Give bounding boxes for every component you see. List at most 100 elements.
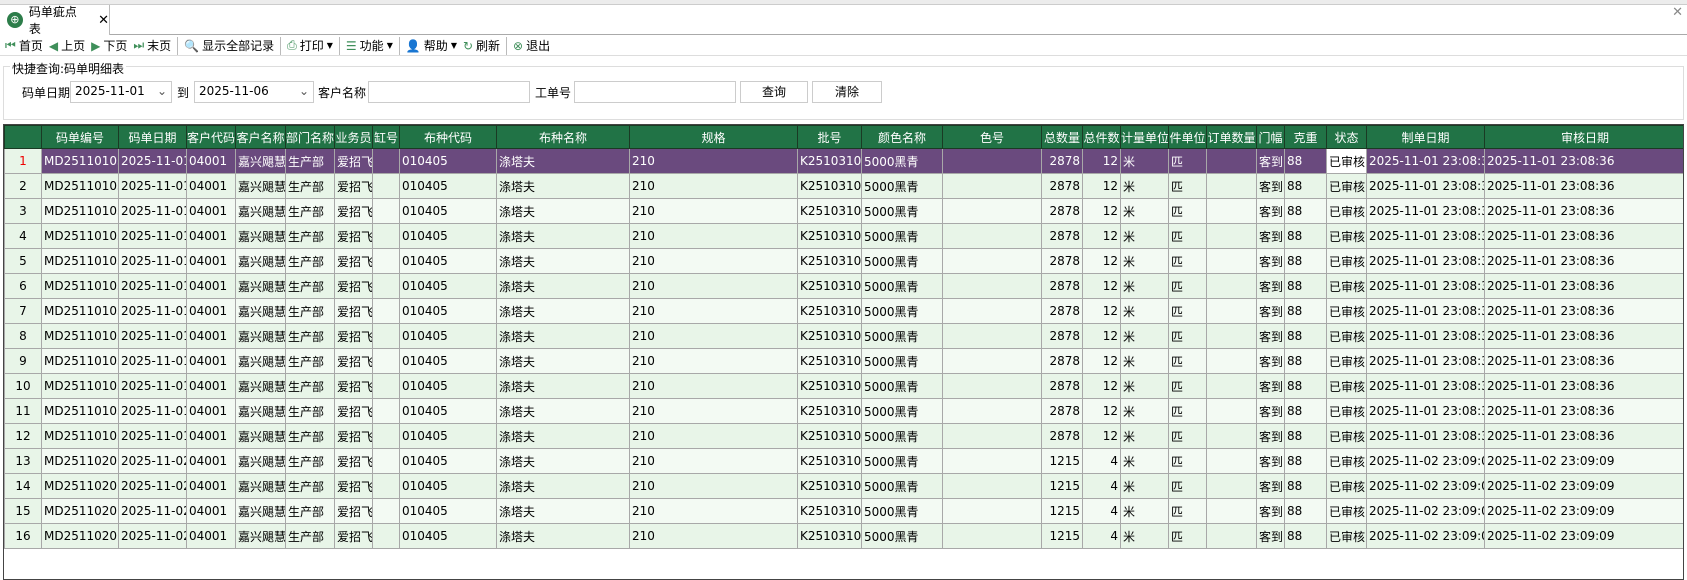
- table-cell[interactable]: 210: [629, 148, 798, 174]
- table-cell[interactable]: 88: [1284, 523, 1327, 549]
- table-cell[interactable]: 010405: [399, 423, 497, 449]
- table-cell[interactable]: 210: [629, 173, 798, 199]
- table-cell[interactable]: 5000黑青: [861, 248, 943, 274]
- table-cell[interactable]: 2878: [1041, 248, 1083, 274]
- row-number[interactable]: 13: [4, 448, 42, 474]
- column-header[interactable]: 审核日期: [1484, 125, 1683, 149]
- table-cell[interactable]: [372, 173, 400, 199]
- table-cell[interactable]: 匹: [1168, 173, 1207, 199]
- table-cell[interactable]: 04001: [186, 398, 236, 424]
- table-cell[interactable]: MD25110103: [41, 173, 119, 199]
- table-cell[interactable]: 匹: [1168, 498, 1207, 524]
- table-row[interactable]: 9 MD25110103 2025-11-01 04001 嘉兴飓慧 生产部 爱招飞 0104…: [4, 348, 1683, 374]
- table-cell[interactable]: 88: [1284, 273, 1327, 299]
- table-cell[interactable]: 210: [629, 398, 798, 424]
- column-header[interactable]: 批号: [797, 125, 862, 149]
- table-cell[interactable]: 2025-11-02: [118, 448, 187, 474]
- table-cell[interactable]: 88: [1284, 223, 1327, 249]
- table-cell[interactable]: 88: [1284, 423, 1327, 449]
- table-row[interactable]: 15 MD25110201 2025-11-02 04001 嘉兴飓慧 生产部 爱招飞 010…: [4, 498, 1683, 524]
- table-cell[interactable]: 生产部: [285, 198, 335, 224]
- table-cell[interactable]: 涤塔夫: [496, 248, 630, 274]
- table-cell[interactable]: 5000黑青: [861, 173, 943, 199]
- table-cell[interactable]: [942, 273, 1042, 299]
- table-cell[interactable]: 涤塔夫: [496, 473, 630, 499]
- table-cell[interactable]: 生产部: [285, 523, 335, 549]
- table-cell[interactable]: 88: [1284, 198, 1327, 224]
- table-cell[interactable]: 生产部: [285, 323, 335, 349]
- table-cell[interactable]: 12: [1082, 248, 1121, 274]
- table-cell[interactable]: 已审核: [1326, 348, 1367, 374]
- table-row[interactable]: 10 MD25110103 2025-11-01 04001 嘉兴飓慧 生产部 爱招飞 010…: [4, 373, 1683, 399]
- table-cell[interactable]: [1206, 198, 1257, 224]
- table-cell[interactable]: 涤塔夫: [496, 148, 630, 174]
- table-cell[interactable]: 2025-11-01 23:08:36: [1484, 423, 1683, 449]
- table-cell[interactable]: 4: [1082, 498, 1121, 524]
- table-cell[interactable]: MD25110103: [41, 298, 119, 324]
- table-cell[interactable]: K25103100: [797, 348, 862, 374]
- refresh-button[interactable]: ↻ 刷新: [461, 37, 502, 55]
- column-header[interactable]: 规格: [629, 125, 798, 149]
- column-header[interactable]: 门幅: [1256, 125, 1285, 149]
- table-cell[interactable]: 米: [1120, 198, 1169, 224]
- table-cell[interactable]: 匹: [1168, 398, 1207, 424]
- window-close-icon[interactable]: ✕: [1672, 5, 1683, 20]
- table-cell[interactable]: 12: [1082, 173, 1121, 199]
- table-cell[interactable]: 嘉兴飓慧: [235, 323, 286, 349]
- table-cell[interactable]: 爱招飞: [334, 523, 373, 549]
- table-cell[interactable]: 010405: [399, 298, 497, 324]
- table-cell[interactable]: 已审核: [1326, 448, 1367, 474]
- table-cell[interactable]: 2025-11-01 23:08:36: [1366, 373, 1485, 399]
- table-row[interactable]: 5 MD25110103 2025-11-01 04001 嘉兴飓慧 生产部 爱招飞 0104…: [4, 248, 1683, 274]
- table-cell[interactable]: 2025-11-01 23:08:36: [1366, 398, 1485, 424]
- table-cell[interactable]: 2025-11-01 23:08:36: [1484, 223, 1683, 249]
- table-cell[interactable]: 涤塔夫: [496, 298, 630, 324]
- table-cell[interactable]: MD25110201: [41, 473, 119, 499]
- table-cell[interactable]: 客到: [1256, 373, 1285, 399]
- table-cell[interactable]: 210: [629, 298, 798, 324]
- table-cell[interactable]: 爱招飞: [334, 423, 373, 449]
- table-cell[interactable]: 2025-11-02: [118, 523, 187, 549]
- row-number[interactable]: 6: [4, 273, 42, 299]
- table-cell[interactable]: 涤塔夫: [496, 273, 630, 299]
- table-cell[interactable]: 12: [1082, 148, 1121, 174]
- table-cell[interactable]: 2878: [1041, 273, 1083, 299]
- table-cell[interactable]: MD25110201: [41, 498, 119, 524]
- table-cell[interactable]: 210: [629, 248, 798, 274]
- table-cell[interactable]: [1206, 423, 1257, 449]
- table-cell[interactable]: 米: [1120, 148, 1169, 174]
- table-cell[interactable]: 已审核: [1326, 223, 1367, 249]
- help-button[interactable]: 👤 帮助 ▼: [404, 37, 459, 55]
- table-cell[interactable]: 1215: [1041, 448, 1083, 474]
- row-number[interactable]: 5: [4, 248, 42, 274]
- table-cell[interactable]: 04001: [186, 348, 236, 374]
- table-cell[interactable]: 2025-11-02 23:09:09: [1484, 498, 1683, 524]
- table-cell[interactable]: [1206, 373, 1257, 399]
- table-cell[interactable]: 88: [1284, 348, 1327, 374]
- table-cell[interactable]: K25103100: [797, 373, 862, 399]
- table-cell[interactable]: 210: [629, 223, 798, 249]
- table-cell[interactable]: 2878: [1041, 298, 1083, 324]
- table-row[interactable]: 11 MD25110103 2025-11-01 04001 嘉兴飓慧 生产部 爱招飞 010…: [4, 398, 1683, 424]
- table-cell[interactable]: 爱招飞: [334, 448, 373, 474]
- table-cell[interactable]: 生产部: [285, 348, 335, 374]
- table-cell[interactable]: K25103100: [797, 448, 862, 474]
- table-cell[interactable]: K25103100: [797, 223, 862, 249]
- table-cell[interactable]: 客到: [1256, 273, 1285, 299]
- table-cell[interactable]: 爱招飞: [334, 273, 373, 299]
- table-cell[interactable]: 客到: [1256, 473, 1285, 499]
- table-cell[interactable]: 客到: [1256, 148, 1285, 174]
- table-cell[interactable]: [372, 498, 400, 524]
- table-cell[interactable]: 12: [1082, 298, 1121, 324]
- table-cell[interactable]: 04001: [186, 373, 236, 399]
- table-cell[interactable]: 04001: [186, 448, 236, 474]
- table-cell[interactable]: 5000黑青: [861, 448, 943, 474]
- table-cell[interactable]: 12: [1082, 423, 1121, 449]
- table-cell[interactable]: [372, 398, 400, 424]
- table-cell[interactable]: 2025-11-01: [118, 298, 187, 324]
- table-cell[interactable]: 5000黑青: [861, 148, 943, 174]
- table-cell[interactable]: 2878: [1041, 423, 1083, 449]
- table-cell[interactable]: [942, 323, 1042, 349]
- table-cell[interactable]: 米: [1120, 448, 1169, 474]
- table-cell[interactable]: 010405: [399, 198, 497, 224]
